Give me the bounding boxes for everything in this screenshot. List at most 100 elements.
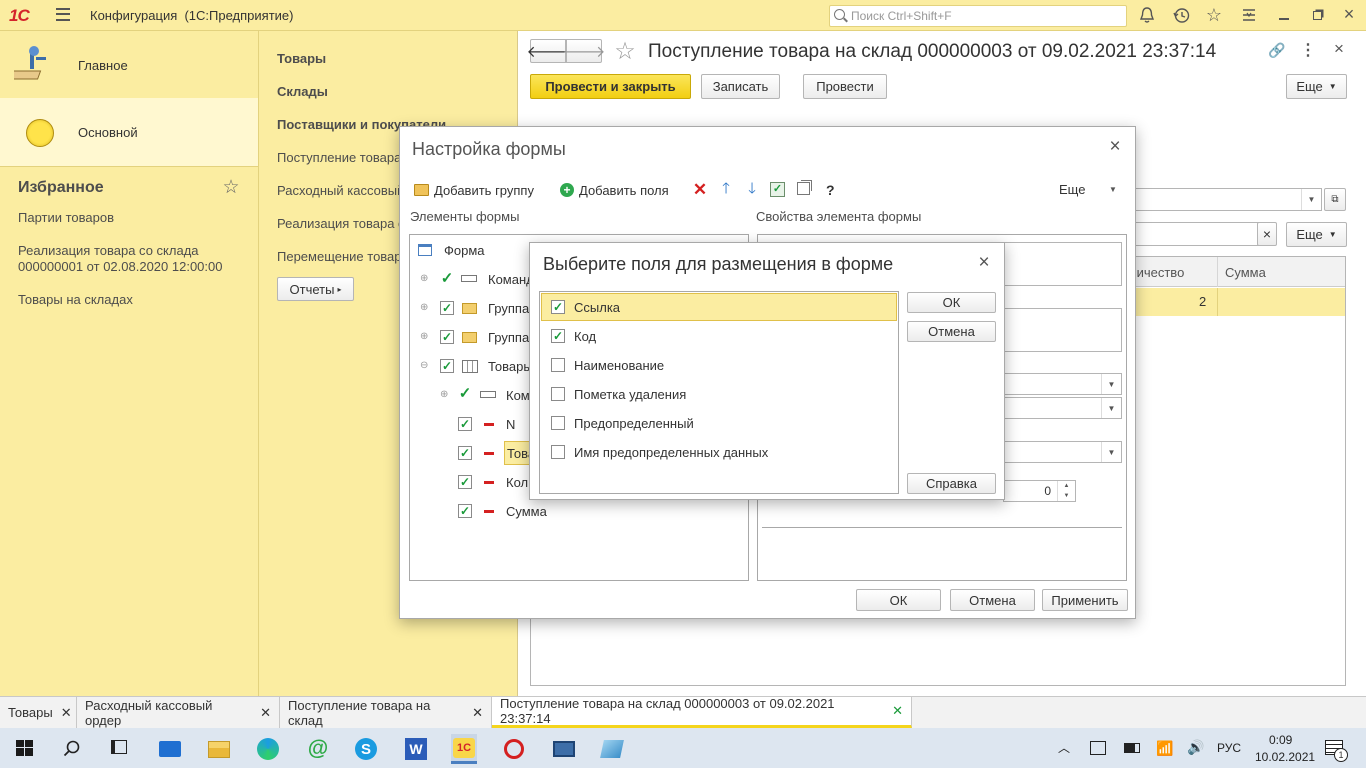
close-doc-icon[interactable]: × xyxy=(1330,39,1348,59)
wifi-icon[interactable]: 📶 xyxy=(1156,740,1173,757)
favorite-item[interactable]: Реализация товара со склада 000000001 от… xyxy=(18,243,233,275)
add-fields-button[interactable]: + Добавить поля xyxy=(560,181,669,199)
minimize-icon[interactable] xyxy=(1275,6,1293,24)
star-icon[interactable]: ☆ xyxy=(1205,5,1223,25)
forward-button[interactable]: 🡒 xyxy=(563,39,605,63)
mail-icon[interactable] xyxy=(157,737,183,761)
tree-item-quantity[interactable]: Кол xyxy=(506,475,528,490)
nav-link-warehouses[interactable]: Склады xyxy=(277,84,328,99)
column-header[interactable]: Сумма xyxy=(1225,265,1266,280)
tray-expand-icon[interactable]: ︿ xyxy=(1058,739,1070,756)
battery-icon[interactable] xyxy=(1124,743,1140,753)
tab-goods[interactable]: Товары ✕ xyxy=(0,697,77,728)
tree-checkbox[interactable]: ✓ xyxy=(440,271,454,286)
reports-button[interactable]: Отчеты ▸ xyxy=(277,277,354,301)
add-group-button[interactable]: Добавить группу xyxy=(414,181,534,199)
save-button[interactable]: Записать xyxy=(701,74,780,99)
bell-icon[interactable] xyxy=(1138,6,1156,24)
search-input[interactable]: Поиск Ctrl+Shift+F xyxy=(829,5,1127,27)
hamburger-icon[interactable] xyxy=(56,8,70,21)
copy-icon[interactable] xyxy=(797,182,810,195)
task-view-icon[interactable] xyxy=(111,740,127,754)
delete-icon[interactable]: ✕ xyxy=(692,180,708,199)
field-row[interactable]: Предопределенный xyxy=(541,409,897,437)
tree-checkbox[interactable]: ✓ xyxy=(440,301,454,315)
settings-menu-icon[interactable] xyxy=(1240,6,1258,24)
field-checkbox[interactable] xyxy=(551,358,565,372)
tree-checkbox[interactable]: ✓ xyxy=(458,386,472,401)
field-checkbox[interactable]: ✓ xyxy=(551,329,565,343)
table-more-button[interactable]: Еще ▼ xyxy=(1286,222,1347,247)
search-field[interactable] xyxy=(1135,222,1265,246)
expand-icon[interactable]: ⊕ xyxy=(420,331,428,342)
onec-icon[interactable]: 1С xyxy=(451,734,477,764)
tree-checkbox[interactable]: ✓ xyxy=(458,475,472,489)
field-row[interactable]: Пометка удаления xyxy=(541,380,897,408)
collapse-icon[interactable]: ⊖ xyxy=(420,360,428,371)
dropdown-arrow-icon[interactable]: ▼ xyxy=(1101,398,1121,418)
tree-item-n[interactable]: N xyxy=(506,417,515,432)
close-tab-icon[interactable]: ✕ xyxy=(472,705,483,721)
more-vertical-icon[interactable]: ⋮ xyxy=(1300,41,1316,59)
tray-app-icon[interactable] xyxy=(1090,741,1106,755)
tree-checkbox[interactable]: ✓ xyxy=(440,330,454,344)
target-app-icon[interactable] xyxy=(499,734,529,764)
close-tab-icon[interactable]: ✕ xyxy=(892,703,903,719)
help-icon[interactable]: ? xyxy=(826,182,835,198)
close-picker-icon[interactable]: × xyxy=(974,252,994,273)
nav-link-cash-order[interactable]: Расходный кассовый xyxy=(277,183,404,198)
field-row[interactable]: Наименование xyxy=(541,351,897,379)
more-button[interactable]: Еще ▼ xyxy=(1286,74,1347,99)
close-tab-icon[interactable]: ✕ xyxy=(61,705,72,721)
app-logo[interactable]: 1С xyxy=(9,6,30,26)
picker-help-button[interactable]: Справка xyxy=(907,473,996,494)
field-checkbox[interactable] xyxy=(551,445,565,459)
picker-ok-button[interactable]: ОК xyxy=(907,292,996,313)
volume-icon[interactable]: 🔊 xyxy=(1187,739,1204,756)
tab-cash-order[interactable]: Расходный кассовый ордер ✕ xyxy=(77,697,280,728)
mail-at-icon[interactable]: @ xyxy=(305,737,331,761)
tree-item-group-1[interactable]: Группа xyxy=(488,301,529,316)
settings-apply-button[interactable]: Применить xyxy=(1042,589,1128,611)
settings-cancel-button[interactable]: Отмена xyxy=(950,589,1035,611)
nav-link-receipt[interactable]: Поступление товара xyxy=(277,150,401,165)
field-checkbox[interactable]: ✓ xyxy=(551,300,565,314)
favorite-star-icon[interactable]: ☆ xyxy=(612,38,638,65)
field-row[interactable]: ✓ Код xyxy=(541,322,897,350)
dropdown-arrow-icon[interactable]: ▼ xyxy=(1101,442,1121,462)
tree-checkbox[interactable]: ✓ xyxy=(440,359,454,373)
dropdown-arrow-icon[interactable]: ▼ xyxy=(1101,374,1121,394)
file-explorer-icon[interactable] xyxy=(206,737,232,761)
windows-start-icon[interactable] xyxy=(16,740,33,756)
favorite-item[interactable]: Товары на складах xyxy=(18,292,133,307)
clock-date[interactable]: 10.02.2021 xyxy=(1255,750,1315,764)
dialog-more-button[interactable]: Еще xyxy=(1059,182,1085,197)
dropdown-arrow-icon[interactable]: ▼ xyxy=(1301,189,1321,210)
nav-link-transfer[interactable]: Перемещение товар xyxy=(277,249,402,264)
computer-settings-icon[interactable] xyxy=(551,737,577,761)
field-row[interactable]: ✓ Ссылка xyxy=(541,293,897,321)
close-tab-icon[interactable]: ✕ xyxy=(260,705,271,721)
search-icon[interactable] xyxy=(61,738,83,760)
column-header[interactable]: личество xyxy=(1129,265,1184,280)
history-icon[interactable] xyxy=(1172,6,1190,24)
expand-icon[interactable]: ⊕ xyxy=(420,273,428,284)
expand-icon[interactable]: ⊕ xyxy=(440,389,448,400)
more-arrow-icon[interactable]: ▼ xyxy=(1109,185,1117,194)
expand-icon[interactable]: ⊕ xyxy=(420,302,428,313)
field-checkbox[interactable] xyxy=(551,416,565,430)
word-icon[interactable]: W xyxy=(403,737,429,761)
field-row[interactable]: Имя предопределенных данных xyxy=(541,438,897,466)
tree-item-goods-table[interactable]: Товары xyxy=(488,359,533,374)
close-app-icon[interactable]: × xyxy=(1340,4,1358,24)
picker-cancel-button[interactable]: Отмена xyxy=(907,321,996,342)
edge-browser-icon[interactable] xyxy=(255,737,281,761)
notes-app-icon[interactable] xyxy=(599,737,625,761)
tree-item-form[interactable]: Форма xyxy=(444,243,485,258)
restore-icon[interactable] xyxy=(1308,6,1326,24)
tree-item-group-2[interactable]: Группа xyxy=(488,330,529,345)
move-up-icon[interactable]: 🡑 xyxy=(718,180,734,199)
clock-time[interactable]: 0:09 xyxy=(1269,733,1292,747)
nav-link-goods[interactable]: Товары xyxy=(277,51,326,66)
spin-arrows-icon[interactable]: ▲ ▼ xyxy=(1057,481,1075,501)
